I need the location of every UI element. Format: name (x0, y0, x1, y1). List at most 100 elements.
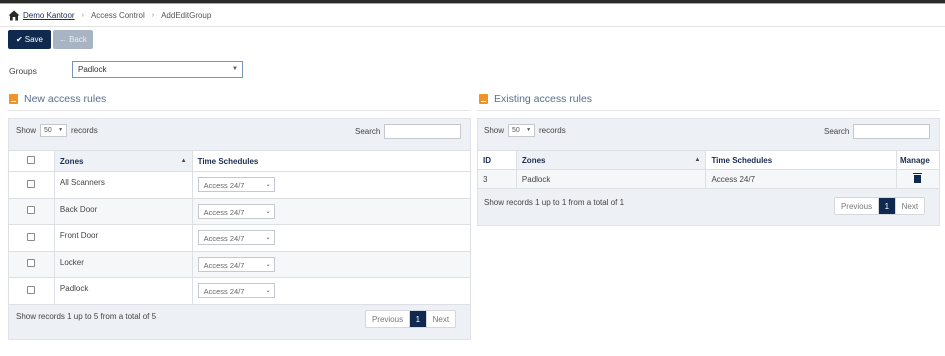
check-icon: ✔ (16, 35, 23, 44)
new-rules-search: Search (355, 124, 462, 139)
page-1-button[interactable]: 1 (878, 198, 895, 214)
table-row: 3 Padlock Access 24/7 (477, 169, 941, 189)
row-checkbox[interactable] (27, 232, 36, 241)
sort-up-icon: ▲ (180, 157, 187, 164)
time-schedule-select[interactable]: Access 24/7 ⌄ (197, 203, 275, 219)
schedule-cell: Access 24/7 ⌄ (191, 197, 472, 225)
schedule-cell: Access 24/7 ⌄ (191, 171, 472, 199)
row-checkbox[interactable] (27, 179, 36, 188)
new-rules-title-text: New access rules (24, 93, 107, 105)
schedule-cell: Access 24/7 ⌄ (191, 250, 472, 278)
new-rules-footer: Show records 1 up to 5 from a total of 5 (16, 312, 157, 321)
column-header-zones[interactable]: Zones ▲ (53, 150, 193, 172)
table-row: Back Door Access 24/7 ⌄ (8, 197, 472, 225)
sort-up-icon: ▲ (694, 156, 701, 163)
show-label: Show (16, 126, 37, 135)
new-rules-page-size: Show 50 ▼ records (16, 124, 98, 137)
arrow-left-icon: ← (59, 35, 68, 44)
time-schedule-select[interactable]: Access 24/7 ⌄ (197, 256, 275, 272)
caret-down-icon: ▼ (232, 66, 238, 72)
column-header-manage: Manage (895, 150, 941, 170)
time-schedule-select[interactable]: Access 24/7 ⌄ (197, 177, 275, 193)
id-cell: 3 (477, 169, 517, 189)
book-icon (479, 94, 488, 104)
page-size-value: 50 (512, 127, 520, 134)
search-label: Search (824, 127, 850, 136)
time-schedule-select[interactable]: Access 24/7 ⌄ (197, 230, 275, 246)
breadcrumb-current: AddEditGroup (161, 10, 212, 20)
groups-select-value: Padlock (78, 65, 107, 74)
row-checkbox-cell (8, 224, 55, 252)
show-label: Show (484, 126, 505, 135)
records-label: records (539, 126, 566, 135)
back-button[interactable]: ← Back (53, 30, 93, 49)
new-rules-rule (8, 110, 471, 111)
chevron-down-icon: ⌄ (265, 208, 271, 215)
breadcrumb-section[interactable]: Access Control (91, 11, 145, 20)
table-row: Front Door Access 24/7 ⌄ (8, 224, 472, 252)
select-all-checkbox[interactable] (27, 156, 36, 164)
breadcrumb-home-link[interactable]: Demo Kantoor (23, 11, 75, 20)
table-row: Locker Access 24/7 ⌄ (8, 250, 472, 278)
existing-rules-search: Search (824, 124, 931, 139)
column-header-zones[interactable]: Zones ▲ (515, 150, 707, 170)
next-page-button[interactable]: Next (894, 198, 924, 214)
schedule-cell: Access 24/7 (705, 169, 897, 189)
select-all-header (8, 150, 55, 172)
search-input[interactable] (853, 124, 931, 139)
existing-rules-rule (477, 110, 940, 111)
existing-rules-title: Existing access rules (479, 93, 592, 105)
save-button[interactable]: ✔ Save (8, 30, 51, 49)
row-checkbox[interactable] (27, 285, 36, 294)
back-button-label: Back (69, 35, 87, 44)
next-page-button[interactable]: Next (425, 311, 455, 327)
column-header-id[interactable]: ID (477, 150, 517, 170)
new-rules-pagination: Previous 1 Next (365, 310, 456, 328)
row-checkbox[interactable] (27, 206, 36, 215)
time-schedule-select[interactable]: Access 24/7 ⌄ (197, 283, 275, 299)
zone-cell: Back Door (53, 197, 193, 225)
chevron-down-icon: ⌄ (265, 288, 271, 295)
new-rules-table: Zones ▲ Time Schedules All Scanners Acces… (8, 150, 472, 305)
page-size-value: 50 (44, 127, 52, 134)
save-button-label: Save (24, 35, 43, 44)
caret-down-icon: ▼ (58, 127, 64, 133)
search-input[interactable] (384, 124, 462, 139)
top-bar-accent (0, 3, 945, 4)
table-row: Padlock Access 24/7 ⌄ (8, 277, 472, 305)
row-checkbox-cell (8, 197, 55, 225)
existing-rules-pagination: Previous 1 Next (834, 197, 925, 215)
manage-cell (895, 169, 941, 189)
existing-rules-table: ID Zones ▲ Time Schedules Manage 3 Padloc… (477, 150, 941, 189)
previous-page-button[interactable]: Previous (835, 198, 878, 214)
book-icon (9, 94, 18, 104)
column-header-time-schedules[interactable]: Time Schedules (191, 150, 472, 172)
schedule-cell: Access 24/7 ⌄ (191, 277, 472, 305)
chevron-down-icon: ⌄ (265, 261, 271, 268)
table-row: All Scanners Access 24/7 ⌄ (8, 171, 472, 199)
groups-label: Groups (9, 66, 37, 76)
trash-icon[interactable] (913, 172, 923, 183)
zone-cell: Padlock (515, 169, 707, 189)
existing-rules-footer: Show records 1 up to 1 from a total of 1 (484, 198, 625, 207)
page-size-select[interactable]: 50 ▼ (40, 124, 68, 137)
zone-cell: Front Door (53, 224, 193, 252)
row-checkbox-cell (8, 277, 55, 305)
previous-page-button[interactable]: Previous (366, 311, 409, 327)
existing-rules-title-text: Existing access rules (494, 93, 593, 105)
row-checkbox[interactable] (27, 259, 36, 268)
column-header-time-schedules[interactable]: Time Schedules (705, 150, 897, 170)
home-icon[interactable] (8, 10, 20, 21)
records-label: records (71, 126, 98, 135)
zone-cell: All Scanners (53, 171, 193, 199)
new-rules-title: New access rules (9, 93, 106, 105)
page-size-select[interactable]: 50 ▼ (508, 124, 536, 137)
row-checkbox-cell (8, 250, 55, 278)
caret-down-icon: ▼ (526, 127, 532, 133)
search-label: Search (355, 127, 381, 136)
page-1-button[interactable]: 1 (409, 311, 426, 327)
existing-rules-page-size: Show 50 ▼ records (484, 124, 566, 137)
chevron-right-icon: › (81, 11, 84, 19)
zone-cell: Locker (53, 250, 193, 278)
groups-select[interactable]: Padlock ▼ (72, 61, 243, 78)
